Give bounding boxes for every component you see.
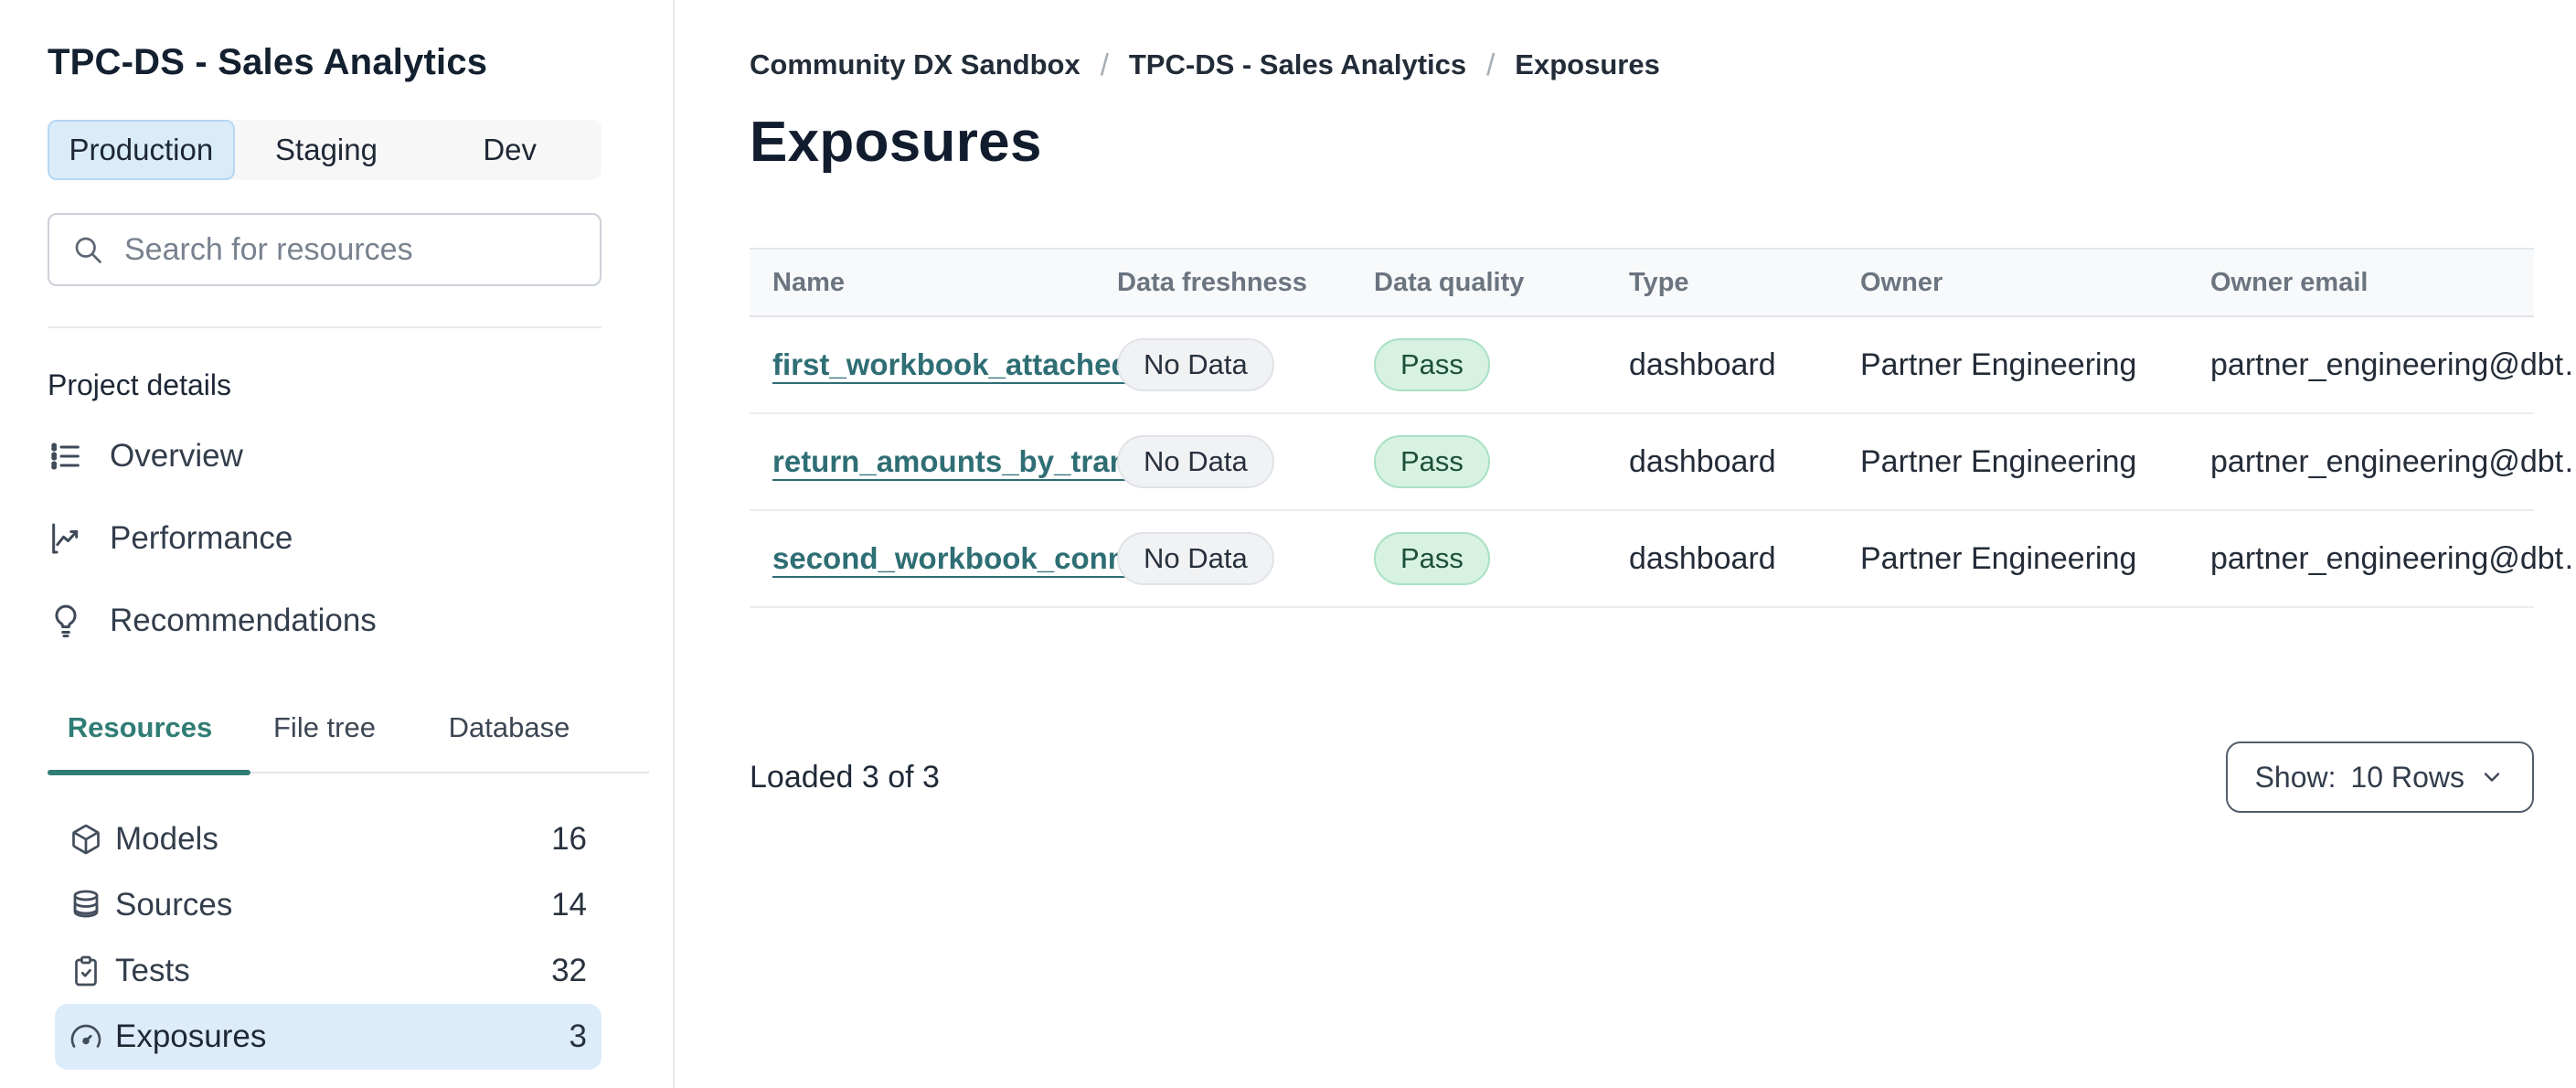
exposure-owner-email: partner_engineering@dbt… [2210,347,2576,382]
env-tab-production[interactable]: Production [48,120,235,180]
quality-badge: Pass [1374,338,1490,391]
table-footer: Loaded 3 of 3 Show: 10 Rows [750,741,2534,813]
resource-item-sources[interactable]: Sources 14 [55,872,601,938]
sidebar-item-label: Recommendations [110,603,377,638]
resource-item-models[interactable]: Models 16 [55,806,601,872]
rows-per-page-select[interactable]: Show: 10 Rows [2225,741,2534,813]
environment-tabs: Production Staging Dev [48,120,601,180]
lightbulb-icon [48,603,84,639]
main-content: Community DX Sandbox / TPC-DS - Sales An… [750,0,2576,813]
breadcrumb-account[interactable]: Community DX Sandbox [750,48,1080,81]
exposure-owner: Partner Engineering [1860,540,2137,576]
resource-search[interactable] [48,213,601,286]
table-row: return_amounts_by_tran… No Data Pass das… [750,414,2576,511]
exposure-owner: Partner Engineering [1860,443,2137,479]
breadcrumb: Community DX Sandbox / TPC-DS - Sales An… [750,48,2534,82]
column-header-owner-email: Owner email [2210,267,2368,297]
project-details-label: Project details [48,368,231,401]
exposure-owner-email: partner_engineering@dbt… [2210,540,2576,576]
exposure-type: dashboard [1629,347,1776,382]
resource-count: 32 [551,953,587,988]
sidebar-item-recommendations[interactable]: Recommendations [48,580,601,662]
resource-item-label: Models [115,821,218,857]
gauge-icon [69,1020,102,1053]
column-header-data-freshness: Data freshness [1117,267,1307,297]
sidebar-item-label: Performance [110,520,293,556]
exposure-owner-email: partner_engineering@dbt… [2210,443,2576,479]
dbt-explorer-page: TPC-DS - Sales Analytics Production Stag… [0,0,2576,1088]
table-header-row: Name Data freshness Data quality Type Ow… [750,250,2534,317]
project-details-nav: Overview Performance Recommendations [48,415,601,662]
search-icon [71,233,104,266]
column-header-name: Name [772,267,845,297]
table-row: first_workbook_attached… No Data Pass da… [750,317,2576,414]
tab-resources[interactable]: Resources [48,711,232,773]
exposure-owner: Partner Engineering [1860,347,2137,382]
resource-count: 3 [569,1019,587,1054]
resource-item-exposures[interactable]: Exposures 3 [55,1004,601,1070]
tab-database[interactable]: Database [417,711,601,773]
cube-icon [69,823,102,856]
breadcrumb-current: Exposures [1515,48,1660,80]
resource-item-cutoff[interactable] [55,1070,601,1088]
env-tab-dev[interactable]: Dev [418,120,601,180]
show-value: 10 Rows [2350,760,2465,794]
breadcrumb-separator: / [1100,48,1109,81]
exposures-table: Name Data freshness Data quality Type Ow… [750,248,2576,608]
quality-badge: Pass [1374,435,1490,488]
freshness-badge: No Data [1117,338,1274,391]
resource-count: 14 [551,887,587,923]
loaded-count-text: Loaded 3 of 3 [750,759,940,795]
search-input[interactable] [124,231,563,268]
exposure-type: dashboard [1629,443,1776,479]
list-icon [48,438,84,475]
resource-type-list: Models 16 Sources 14 Tests 32 Exposures … [55,806,601,1088]
exposure-name-link[interactable]: first_workbook_attached… [772,347,1160,381]
project-title: TPC-DS - Sales Analytics [48,42,488,82]
sidebar-view-tabs: Resources File tree Database [48,711,649,775]
clipboard-check-icon [69,955,102,987]
chevron-down-icon [2479,764,2505,790]
column-header-data-quality: Data quality [1374,267,1525,297]
freshness-badge: No Data [1117,435,1274,488]
line-chart-icon [48,520,84,557]
column-header-type: Type [1629,267,1689,297]
sidebar-item-label: Overview [110,438,243,474]
database-icon [69,889,102,922]
freshness-badge: No Data [1117,532,1274,585]
breadcrumb-separator: / [1486,48,1496,81]
exposure-name-link[interactable]: return_amounts_by_tran… [772,444,1158,478]
page-title: Exposures [750,111,1042,174]
exposure-type: dashboard [1629,540,1776,576]
table-row: second_workbook_conn… No Data Pass dashb… [750,511,2576,608]
project-sidebar: TPC-DS - Sales Analytics Production Stag… [0,0,675,1088]
column-header-owner: Owner [1860,267,1943,297]
breadcrumb-project[interactable]: TPC-DS - Sales Analytics [1129,48,1466,81]
sidebar-item-performance[interactable]: Performance [48,497,601,580]
active-tab-underline [48,770,250,775]
sidebar-item-overview[interactable]: Overview [48,415,601,497]
sidebar-divider [48,326,601,328]
tab-file-tree[interactable]: File tree [232,711,417,773]
quality-badge: Pass [1374,532,1490,585]
resource-count: 16 [551,821,587,857]
resource-item-label: Exposures [115,1019,267,1054]
resource-item-label: Sources [115,887,233,923]
exposure-name-link[interactable]: second_workbook_conn… [772,541,1156,575]
env-tab-staging[interactable]: Staging [235,120,419,180]
resource-item-tests[interactable]: Tests 32 [55,938,601,1004]
resource-item-label: Tests [115,953,190,988]
show-label: Show: [2254,760,2336,794]
